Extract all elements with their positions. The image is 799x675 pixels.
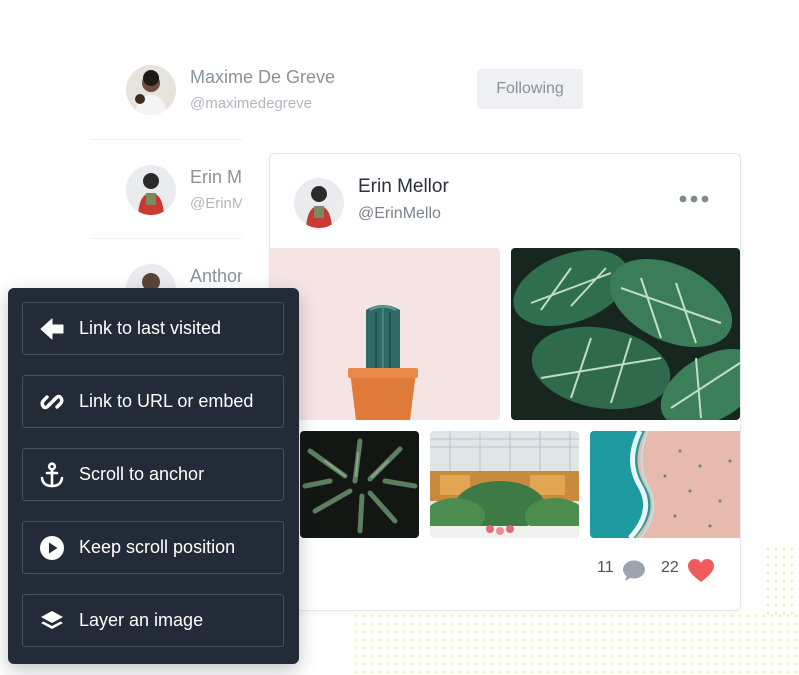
- like-button[interactable]: [688, 559, 714, 583]
- beach-photo: [590, 431, 740, 538]
- person-avatar-icon: [294, 178, 344, 228]
- post-author-name[interactable]: Erin Mellor: [358, 176, 449, 198]
- post-photo-greenhouse[interactable]: [430, 431, 579, 538]
- dotted-pattern: [764, 545, 799, 615]
- greenhouse-photo: [430, 431, 579, 538]
- plant-photo: [300, 431, 419, 538]
- user-handle: @ErinMello: [190, 195, 242, 212]
- user-row-erin[interactable]: Erin Mellor @ErinMello: [90, 165, 242, 263]
- leaves-photo: [511, 248, 740, 420]
- post-photo-cactus[interactable]: [270, 248, 500, 420]
- menu-item-label: Layer an image: [79, 610, 204, 630]
- person-avatar-icon: [126, 65, 176, 115]
- avatar: [126, 65, 176, 115]
- comments-button[interactable]: [622, 559, 646, 583]
- heart-icon: [688, 559, 714, 582]
- more-options-button[interactable]: [675, 184, 715, 214]
- menu-item-label: Scroll to anchor: [79, 464, 205, 484]
- menu-item-label: Keep scroll position: [79, 537, 236, 557]
- menu-item-link-url[interactable]: Link to URL or embed: [22, 375, 284, 428]
- post-card: Erin Mellor @ErinMello 11 22: [269, 153, 741, 611]
- anchor-icon: [40, 462, 64, 488]
- layers-icon: [41, 611, 63, 629]
- post-author-handle[interactable]: @ErinMello: [358, 205, 441, 223]
- menu-item-label: Link to URL or embed: [79, 391, 254, 411]
- post-photo-beach[interactable]: [590, 431, 740, 538]
- link-icon: [40, 394, 64, 410]
- user-name: Anthony: [190, 266, 242, 286]
- arrow-left-icon: [40, 318, 64, 340]
- menu-item-scroll-anchor[interactable]: Scroll to anchor: [22, 448, 284, 501]
- comment-bubble-icon: [623, 560, 645, 581]
- divider: [90, 139, 242, 140]
- avatar[interactable]: [294, 178, 344, 228]
- user-name: Maxime De Greve: [190, 67, 336, 87]
- avatar: [126, 165, 176, 215]
- menu-item-layer-image[interactable]: Layer an image: [22, 594, 284, 647]
- post-photo-leaves[interactable]: [511, 248, 740, 420]
- cactus-photo: [270, 248, 500, 420]
- action-menu: Link to last visited Link to URL or embe…: [8, 288, 299, 664]
- following-button[interactable]: Following: [477, 69, 583, 109]
- comments-count: 11: [597, 559, 614, 576]
- user-handle: @maximedegreve: [190, 95, 312, 112]
- divider: [90, 238, 242, 239]
- person-avatar-icon: [126, 165, 176, 215]
- menu-item-keep-scroll[interactable]: Keep scroll position: [22, 521, 284, 574]
- play-circle-icon: [40, 536, 64, 560]
- dotted-pattern: [352, 612, 799, 675]
- menu-item-link-last-visited[interactable]: Link to last visited: [22, 302, 284, 355]
- post-photo-plant[interactable]: [300, 431, 419, 538]
- menu-item-label: Link to last visited: [79, 318, 222, 338]
- likes-count: 22: [661, 559, 679, 576]
- more-dots-icon: [679, 195, 709, 203]
- user-name: Erin Mellor: [190, 167, 242, 187]
